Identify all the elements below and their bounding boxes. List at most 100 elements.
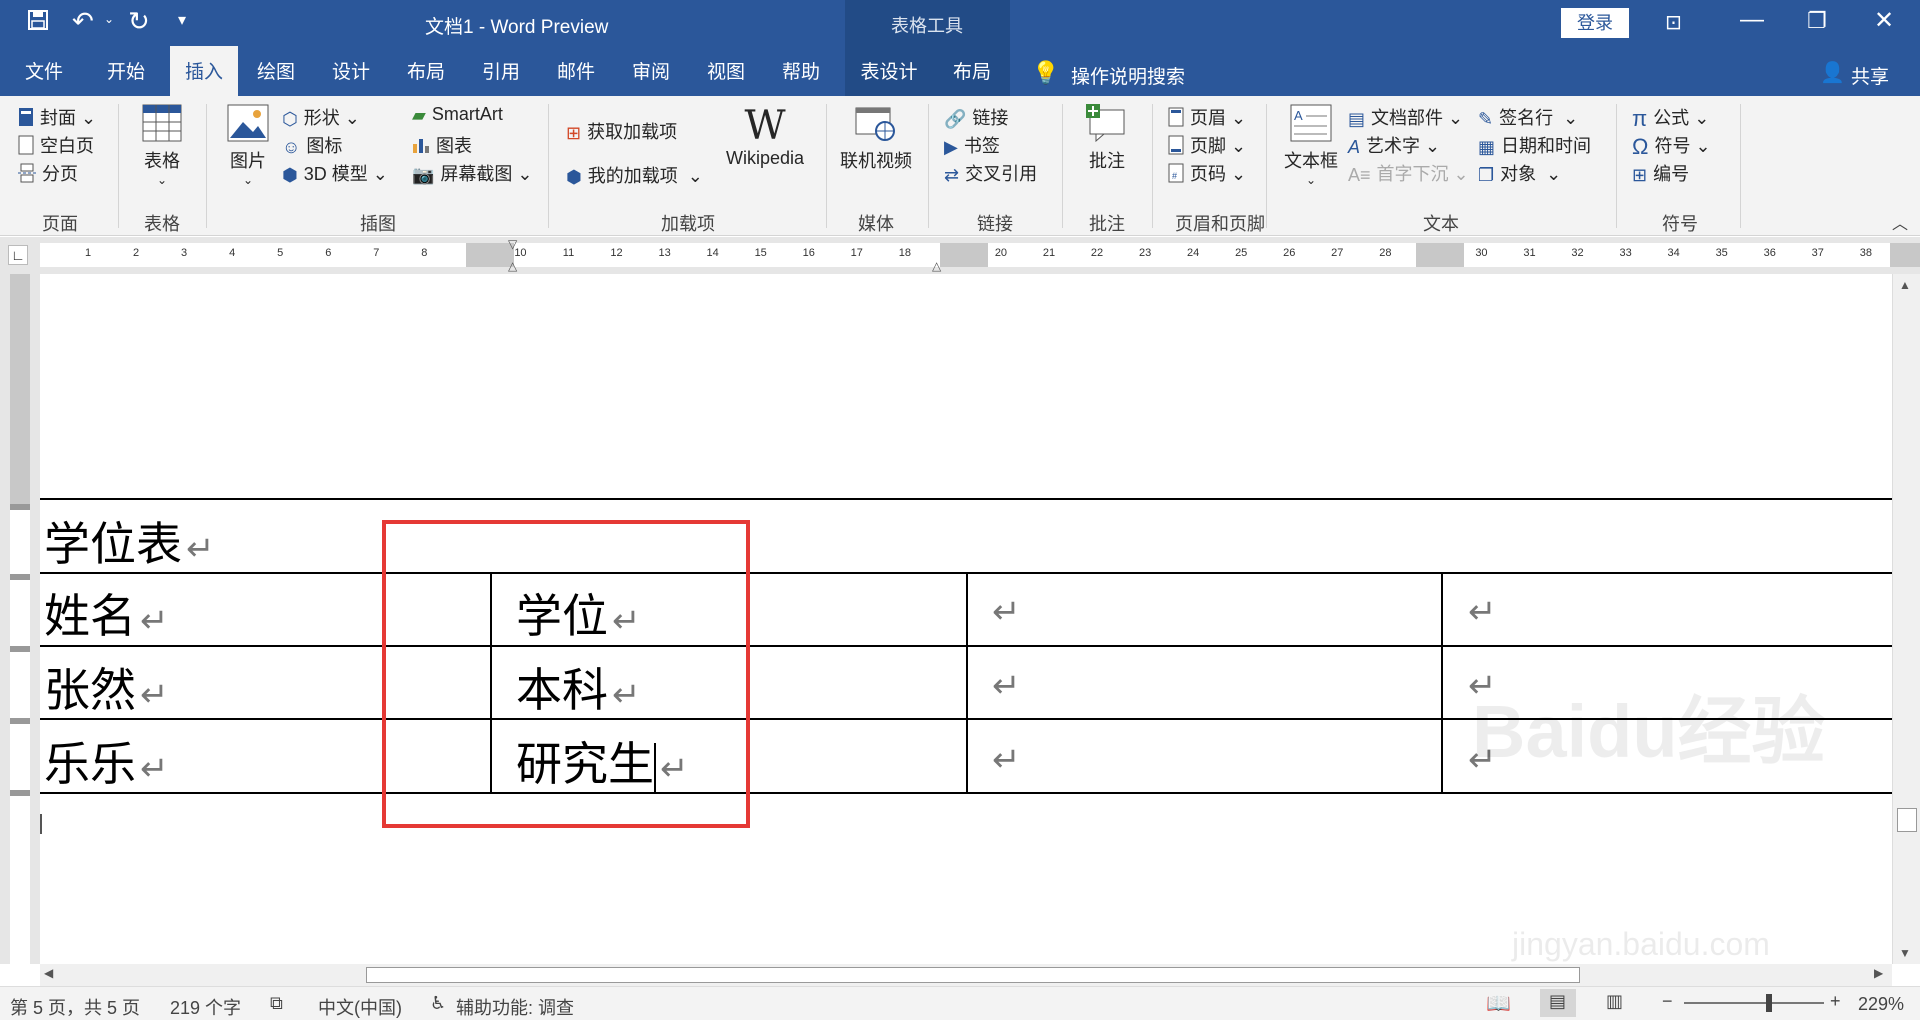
table-cell[interactable]: ↵ (988, 580, 1021, 634)
zoom-in-icon[interactable]: + (1830, 991, 1841, 1012)
close-icon[interactable]: ✕ (1874, 6, 1894, 35)
3d-models-button[interactable]: ⬢ 3D 模型 ⌄ (282, 160, 388, 186)
text-box-icon: A (1290, 104, 1332, 146)
blank-page-button[interactable]: 空白页 (18, 132, 94, 160)
date-time-button[interactable]: ▦ 日期和时间 (1478, 132, 1591, 158)
footer-button[interactable]: 页脚 ⌄ (1168, 132, 1246, 160)
table-cell[interactable]: 姓名 ↵ (44, 580, 169, 646)
window-title: 文档1 - Word Preview (425, 17, 609, 38)
tab-insert[interactable]: 插入 (170, 46, 238, 96)
tab-review[interactable]: 审阅 (619, 46, 683, 96)
person-icon[interactable]: 👤 (1820, 60, 1845, 85)
cross-reference-button[interactable]: ⇄ 交叉引用 (944, 160, 1037, 186)
tab-design[interactable]: 设计 (319, 46, 383, 96)
pictures-button[interactable]: 图片 ⌄ (220, 104, 276, 187)
symbol-button[interactable]: Ω 符号 ⌄ (1632, 132, 1711, 160)
ribbon-display-options-icon[interactable]: ⊡ (1665, 10, 1682, 35)
undo-dropdown-icon[interactable]: ⌄ (104, 12, 114, 26)
tab-mailings[interactable]: 邮件 (544, 46, 608, 96)
link-button[interactable]: 🔗 链接 (944, 104, 1008, 130)
horizontal-scrollbar[interactable]: ◀ ▶ (40, 964, 1892, 986)
accessibility-icon[interactable]: ♿ (430, 993, 446, 1014)
smartart-button[interactable]: ▰ SmartArt (412, 104, 503, 126)
wikipedia-button[interactable]: W Wikipedia (718, 104, 812, 169)
vertical-scroll-thumb[interactable] (1897, 808, 1917, 832)
login-button[interactable]: 登录 (1561, 8, 1629, 38)
scroll-right-icon[interactable]: ▶ (1874, 966, 1883, 980)
wordart-button[interactable]: A 艺术字 ⌄ (1348, 132, 1440, 158)
collapse-ribbon-icon[interactable]: ︿ (1892, 210, 1908, 234)
table-button[interactable]: 表格 ⌄ (130, 104, 194, 187)
tab-draw[interactable]: 绘图 (244, 46, 308, 96)
tab-home[interactable]: 开始 (94, 46, 158, 96)
page-number-button[interactable]: # 页码 ⌄ (1168, 160, 1246, 188)
tab-references[interactable]: 引用 (469, 46, 533, 96)
tab-table-design[interactable]: 表设计 (848, 46, 930, 96)
language-indicator[interactable]: 中文(中国) (318, 994, 402, 1020)
customize-quick-access-icon[interactable]: ▾ (178, 10, 186, 30)
drop-cap-icon: A≡ (1348, 164, 1371, 185)
svg-text:#: # (1172, 171, 1177, 181)
title-bar: ↶ ⌄ ↻ ▾ 文档1 - Word Preview 表格工具 登录 ⊡ — ❐… (0, 0, 1920, 46)
tab-help[interactable]: 帮助 (769, 46, 833, 96)
minimize-icon[interactable]: — (1740, 6, 1764, 34)
scroll-left-icon[interactable]: ◀ (44, 966, 53, 980)
web-layout-icon[interactable]: ▥ (1606, 991, 1623, 1012)
proofing-icon[interactable]: ⧉ (270, 993, 283, 1014)
object-icon: ❐ (1478, 164, 1495, 185)
my-addins-button[interactable]: ⬢ 我的加载项 ⌄ (566, 162, 703, 188)
tab-layout[interactable]: 布局 (394, 46, 458, 96)
icons-button[interactable]: ☺ 图标 (282, 132, 342, 158)
tab-view[interactable]: 视图 (694, 46, 758, 96)
scroll-up-icon[interactable]: ▲ (1899, 278, 1911, 292)
zoom-slider[interactable] (1684, 1002, 1824, 1004)
zoom-level[interactable]: 229% (1858, 994, 1904, 1015)
vertical-ruler[interactable] (0, 274, 40, 964)
shapes-button[interactable]: ⬡ 形状 ⌄ (282, 104, 360, 130)
read-mode-icon[interactable]: 📖 (1486, 991, 1511, 1016)
header-icon (1168, 107, 1184, 132)
numbering-button[interactable]: ⊞ 编号 (1632, 160, 1689, 186)
picture-icon (227, 104, 269, 146)
tab-file[interactable]: 文件 (12, 46, 76, 96)
save-icon[interactable] (28, 10, 48, 36)
print-layout-button[interactable]: ▤ (1540, 989, 1576, 1017)
new-comment-button[interactable]: 批注 (1074, 104, 1140, 173)
zoom-out-icon[interactable]: − (1662, 991, 1673, 1012)
screenshot-button[interactable]: 📷 屏幕截图 ⌄ (412, 160, 533, 186)
vertical-scrollbar[interactable]: ▲ ▼ (1892, 274, 1920, 964)
equation-button[interactable]: π 公式 ⌄ (1632, 104, 1709, 132)
chart-button[interactable]: 图表 (412, 132, 472, 159)
tab-table-layout[interactable]: 布局 (940, 46, 1004, 96)
get-addins-button[interactable]: ⊞ 获取加载项 (566, 118, 677, 144)
share-button[interactable]: 共享 (1851, 62, 1889, 89)
zoom-slider-thumb[interactable] (1766, 994, 1772, 1012)
object-button[interactable]: ❐ 对象 ⌄ (1478, 160, 1561, 186)
horizontal-scroll-thumb[interactable] (366, 967, 1580, 983)
page-count[interactable]: 第 5 页，共 5 页 (10, 994, 140, 1020)
scroll-down-icon[interactable]: ▼ (1899, 946, 1911, 960)
horizontal-ruler[interactable]: ∟ ▽ △ △ 1 2 3 4 5 6 7 8 10 11 12 13 14 15 16 17 18 20 21 22… (0, 237, 1920, 274)
accessibility-status[interactable]: 辅助功能: 调查 (456, 994, 574, 1020)
table-cell[interactable]: ↵ (988, 654, 1021, 708)
signature-line-button[interactable]: ✎ 签名行 ⌄ (1478, 104, 1578, 130)
quick-parts-button[interactable]: ▤ 文档部件 ⌄ (1348, 104, 1463, 130)
header-button[interactable]: 页眉 ⌄ (1168, 104, 1246, 132)
restore-icon[interactable]: ❐ (1807, 8, 1827, 34)
ruler-number: 26 (1283, 247, 1296, 259)
online-video-button[interactable]: 联机视频 (836, 104, 916, 173)
page-break-button[interactable]: 分页 (18, 160, 78, 188)
document-canvas[interactable]: 学位表 ↵ 姓名 ↵ 学位 ↵ ↵ ↵ 张然 ↵ 本科 ↵ ↵ ↵ 乐乐 ↵ 研究生 ↵ ↵ … (40, 274, 1892, 964)
ruler-number: 14 (706, 247, 719, 259)
table-cell[interactable]: 乐乐 ↵ (44, 728, 169, 794)
table-cell[interactable]: ↵ (988, 728, 1021, 782)
table-cell[interactable]: ↵ (1464, 580, 1497, 634)
cover-page-button[interactable]: 封面 ⌄ (18, 104, 96, 132)
search-tell-me[interactable]: 操作说明搜索 (1071, 62, 1185, 89)
redo-icon[interactable]: ↻ (128, 6, 150, 37)
table-cell[interactable]: 张然 ↵ (44, 654, 169, 720)
bookmark-button[interactable]: ▶ 书签 (944, 132, 1000, 158)
word-count[interactable]: 219 个字 (170, 994, 241, 1020)
undo-icon[interactable]: ↶ (72, 6, 94, 37)
text-box-button[interactable]: A 文本框 ⌄ (1278, 104, 1344, 187)
